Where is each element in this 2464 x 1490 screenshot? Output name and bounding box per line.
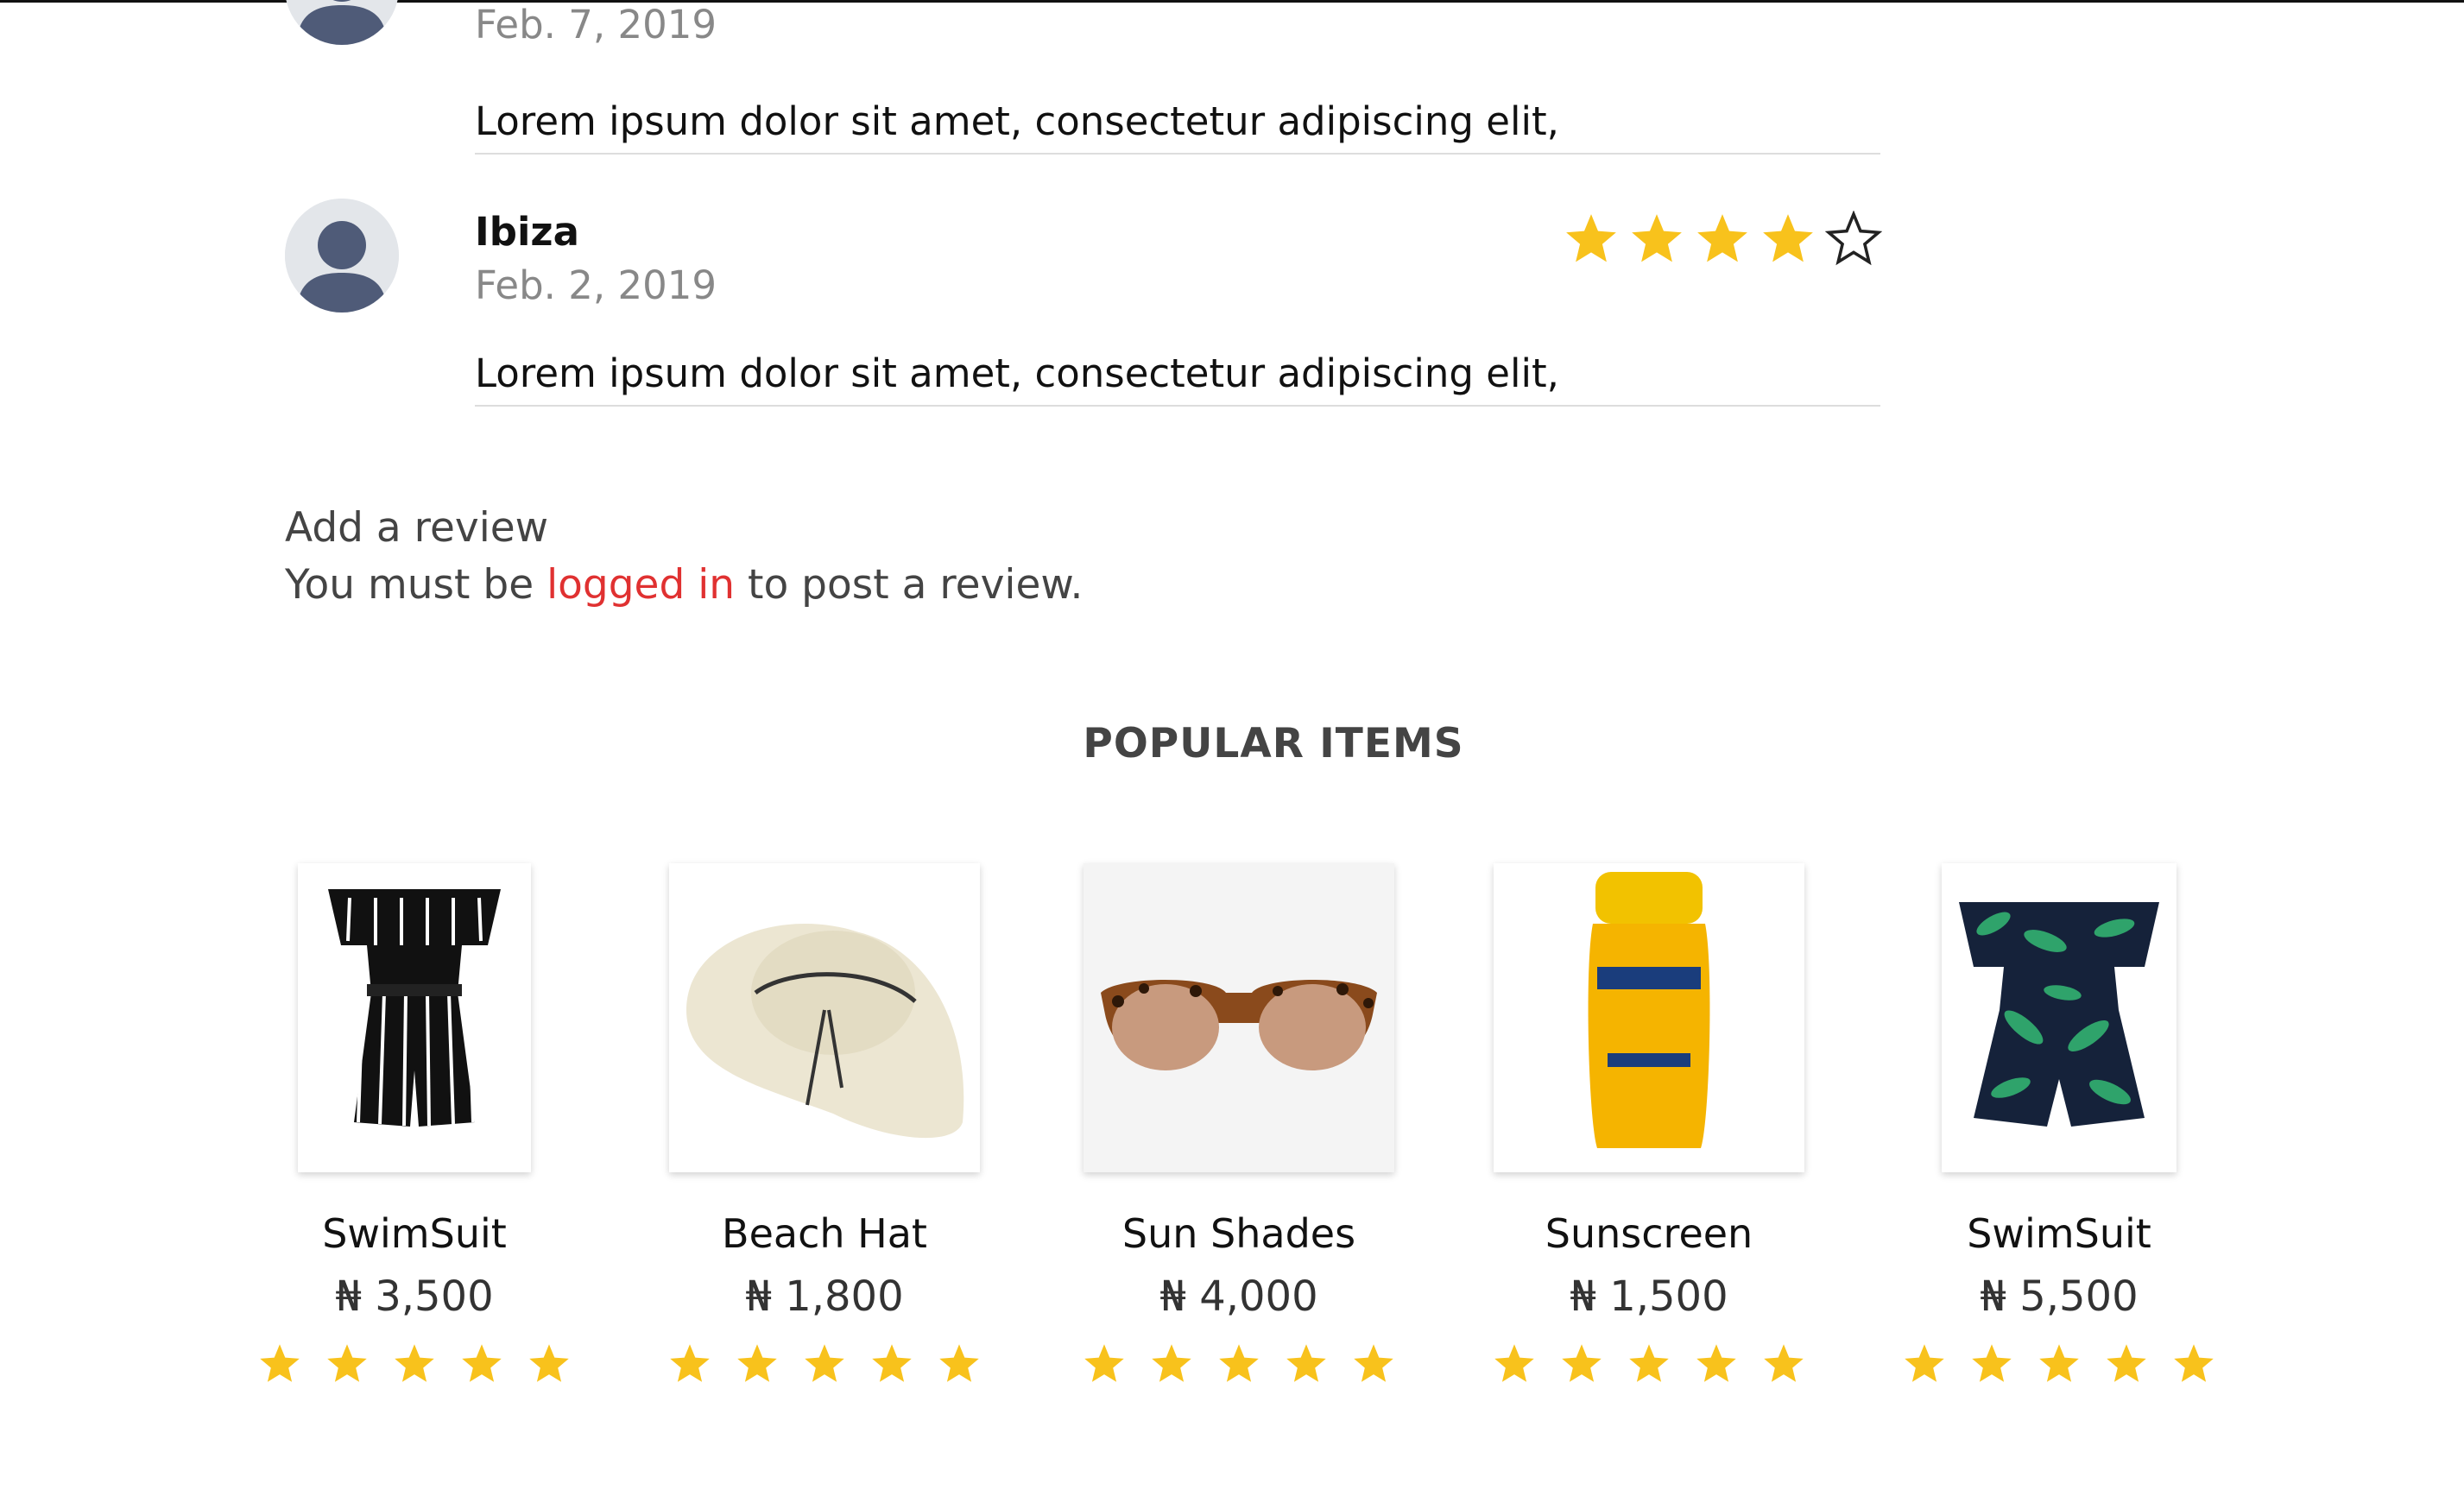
star-filled-icon bbox=[459, 1342, 504, 1386]
product-image[interactable] bbox=[1084, 863, 1394, 1172]
star-filled-icon bbox=[2037, 1342, 2082, 1386]
star-filled-icon bbox=[802, 1342, 847, 1386]
star-filled-icon bbox=[1694, 1342, 1739, 1386]
product-rating bbox=[1468, 1342, 1830, 1386]
striped-romper-icon bbox=[298, 863, 531, 1172]
product-price: ₦ 4,000 bbox=[1159, 1272, 1318, 1321]
product-rating bbox=[1878, 1342, 2240, 1386]
star-filled-icon bbox=[1351, 1342, 1396, 1386]
product-price: ₦ 3,500 bbox=[335, 1272, 494, 1321]
star-filled-icon bbox=[1149, 1342, 1194, 1386]
star-filled-icon bbox=[667, 1342, 712, 1386]
user-avatar-icon bbox=[285, 0, 399, 45]
product-image[interactable] bbox=[669, 863, 980, 1172]
product-image[interactable] bbox=[1494, 863, 1804, 1172]
star-filled-icon bbox=[1628, 211, 1685, 268]
product-price: ₦ 5,500 bbox=[1980, 1272, 2139, 1321]
avatar bbox=[285, 0, 399, 45]
login-prompt: You must be logged in to post a review. bbox=[285, 561, 1083, 609]
star-filled-icon bbox=[1694, 211, 1751, 268]
star-filled-icon bbox=[1969, 1342, 2014, 1386]
avatar bbox=[285, 199, 399, 313]
product-price: ₦ 1,800 bbox=[745, 1272, 904, 1321]
product-rating bbox=[233, 1342, 596, 1386]
star-filled-icon bbox=[392, 1342, 437, 1386]
product-name[interactable]: Sun Shades bbox=[1058, 1210, 1420, 1257]
product-card[interactable]: Sunscreen ₦ 1,500 bbox=[1468, 863, 1830, 1386]
review-item: Ibiza Feb. 2, 2019 Lorem ipsum dolor sit… bbox=[285, 199, 1882, 423]
star-filled-icon bbox=[1492, 1342, 1537, 1386]
product-name[interactable]: Beach Hat bbox=[643, 1210, 1006, 1257]
review-date: Feb. 2, 2019 bbox=[475, 262, 717, 308]
product-image[interactable] bbox=[298, 863, 531, 1172]
product-name[interactable]: SwimSuit bbox=[1878, 1210, 2240, 1257]
star-filled-icon bbox=[1082, 1342, 1127, 1386]
star-filled-icon bbox=[1563, 211, 1620, 268]
add-review-heading: Add a review bbox=[285, 504, 549, 552]
star-filled-icon bbox=[1760, 211, 1816, 268]
product-name[interactable]: Sunscreen bbox=[1468, 1210, 1830, 1257]
product-rating bbox=[643, 1342, 1006, 1386]
review-text: Lorem ipsum dolor sit amet, consectetur … bbox=[475, 98, 1880, 155]
review-item: Feb. 7, 2019 Lorem ipsum dolor sit amet,… bbox=[285, 0, 1882, 155]
star-filled-icon bbox=[1761, 1342, 1806, 1386]
product-price: ₦ 1,500 bbox=[1570, 1272, 1728, 1321]
star-filled-icon bbox=[2171, 1342, 2216, 1386]
product-rating bbox=[1058, 1342, 1420, 1386]
star-filled-icon bbox=[1559, 1342, 1604, 1386]
star-filled-icon bbox=[1902, 1342, 1947, 1386]
product-card[interactable]: SwimSuit ₦ 5,500 bbox=[1878, 863, 2240, 1386]
popular-items-title: POPULAR ITEMS bbox=[1083, 720, 1464, 767]
product-image[interactable] bbox=[1942, 863, 2177, 1172]
sunglasses-icon bbox=[1084, 863, 1394, 1172]
star-filled-icon bbox=[1627, 1342, 1671, 1386]
product-card[interactable]: Beach Hat ₦ 1,800 bbox=[643, 863, 1006, 1386]
star-filled-icon bbox=[257, 1342, 302, 1386]
login-prompt-suffix: to post a review. bbox=[735, 561, 1084, 609]
review-text: Lorem ipsum dolor sit amet, consectetur … bbox=[475, 350, 1880, 407]
star-filled-icon bbox=[735, 1342, 780, 1386]
star-filled-icon bbox=[937, 1342, 982, 1386]
leaf-romper-icon bbox=[1942, 863, 2177, 1172]
reviewer-name: Ibiza bbox=[475, 209, 579, 255]
review-date: Feb. 7, 2019 bbox=[475, 2, 717, 47]
product-card[interactable]: Sun Shades ₦ 4,000 bbox=[1058, 863, 1420, 1386]
login-link[interactable]: logged in bbox=[547, 561, 735, 609]
sun-hat-icon bbox=[669, 863, 980, 1172]
star-empty-icon bbox=[1825, 211, 1882, 268]
sunscreen-bottle-icon bbox=[1494, 863, 1804, 1172]
product-name[interactable]: SwimSuit bbox=[233, 1210, 596, 1257]
user-avatar-icon bbox=[285, 199, 399, 313]
star-filled-icon bbox=[325, 1342, 370, 1386]
star-filled-icon bbox=[869, 1342, 914, 1386]
login-prompt-prefix: You must be bbox=[285, 561, 547, 609]
product-card[interactable]: SwimSuit ₦ 3,500 bbox=[233, 863, 596, 1386]
star-filled-icon bbox=[1284, 1342, 1329, 1386]
star-filled-icon bbox=[2104, 1342, 2149, 1386]
review-rating bbox=[1563, 211, 1882, 268]
star-filled-icon bbox=[1216, 1342, 1261, 1386]
product-page: Feb. 7, 2019 Lorem ipsum dolor sit amet,… bbox=[0, 0, 2464, 1490]
star-filled-icon bbox=[527, 1342, 572, 1386]
